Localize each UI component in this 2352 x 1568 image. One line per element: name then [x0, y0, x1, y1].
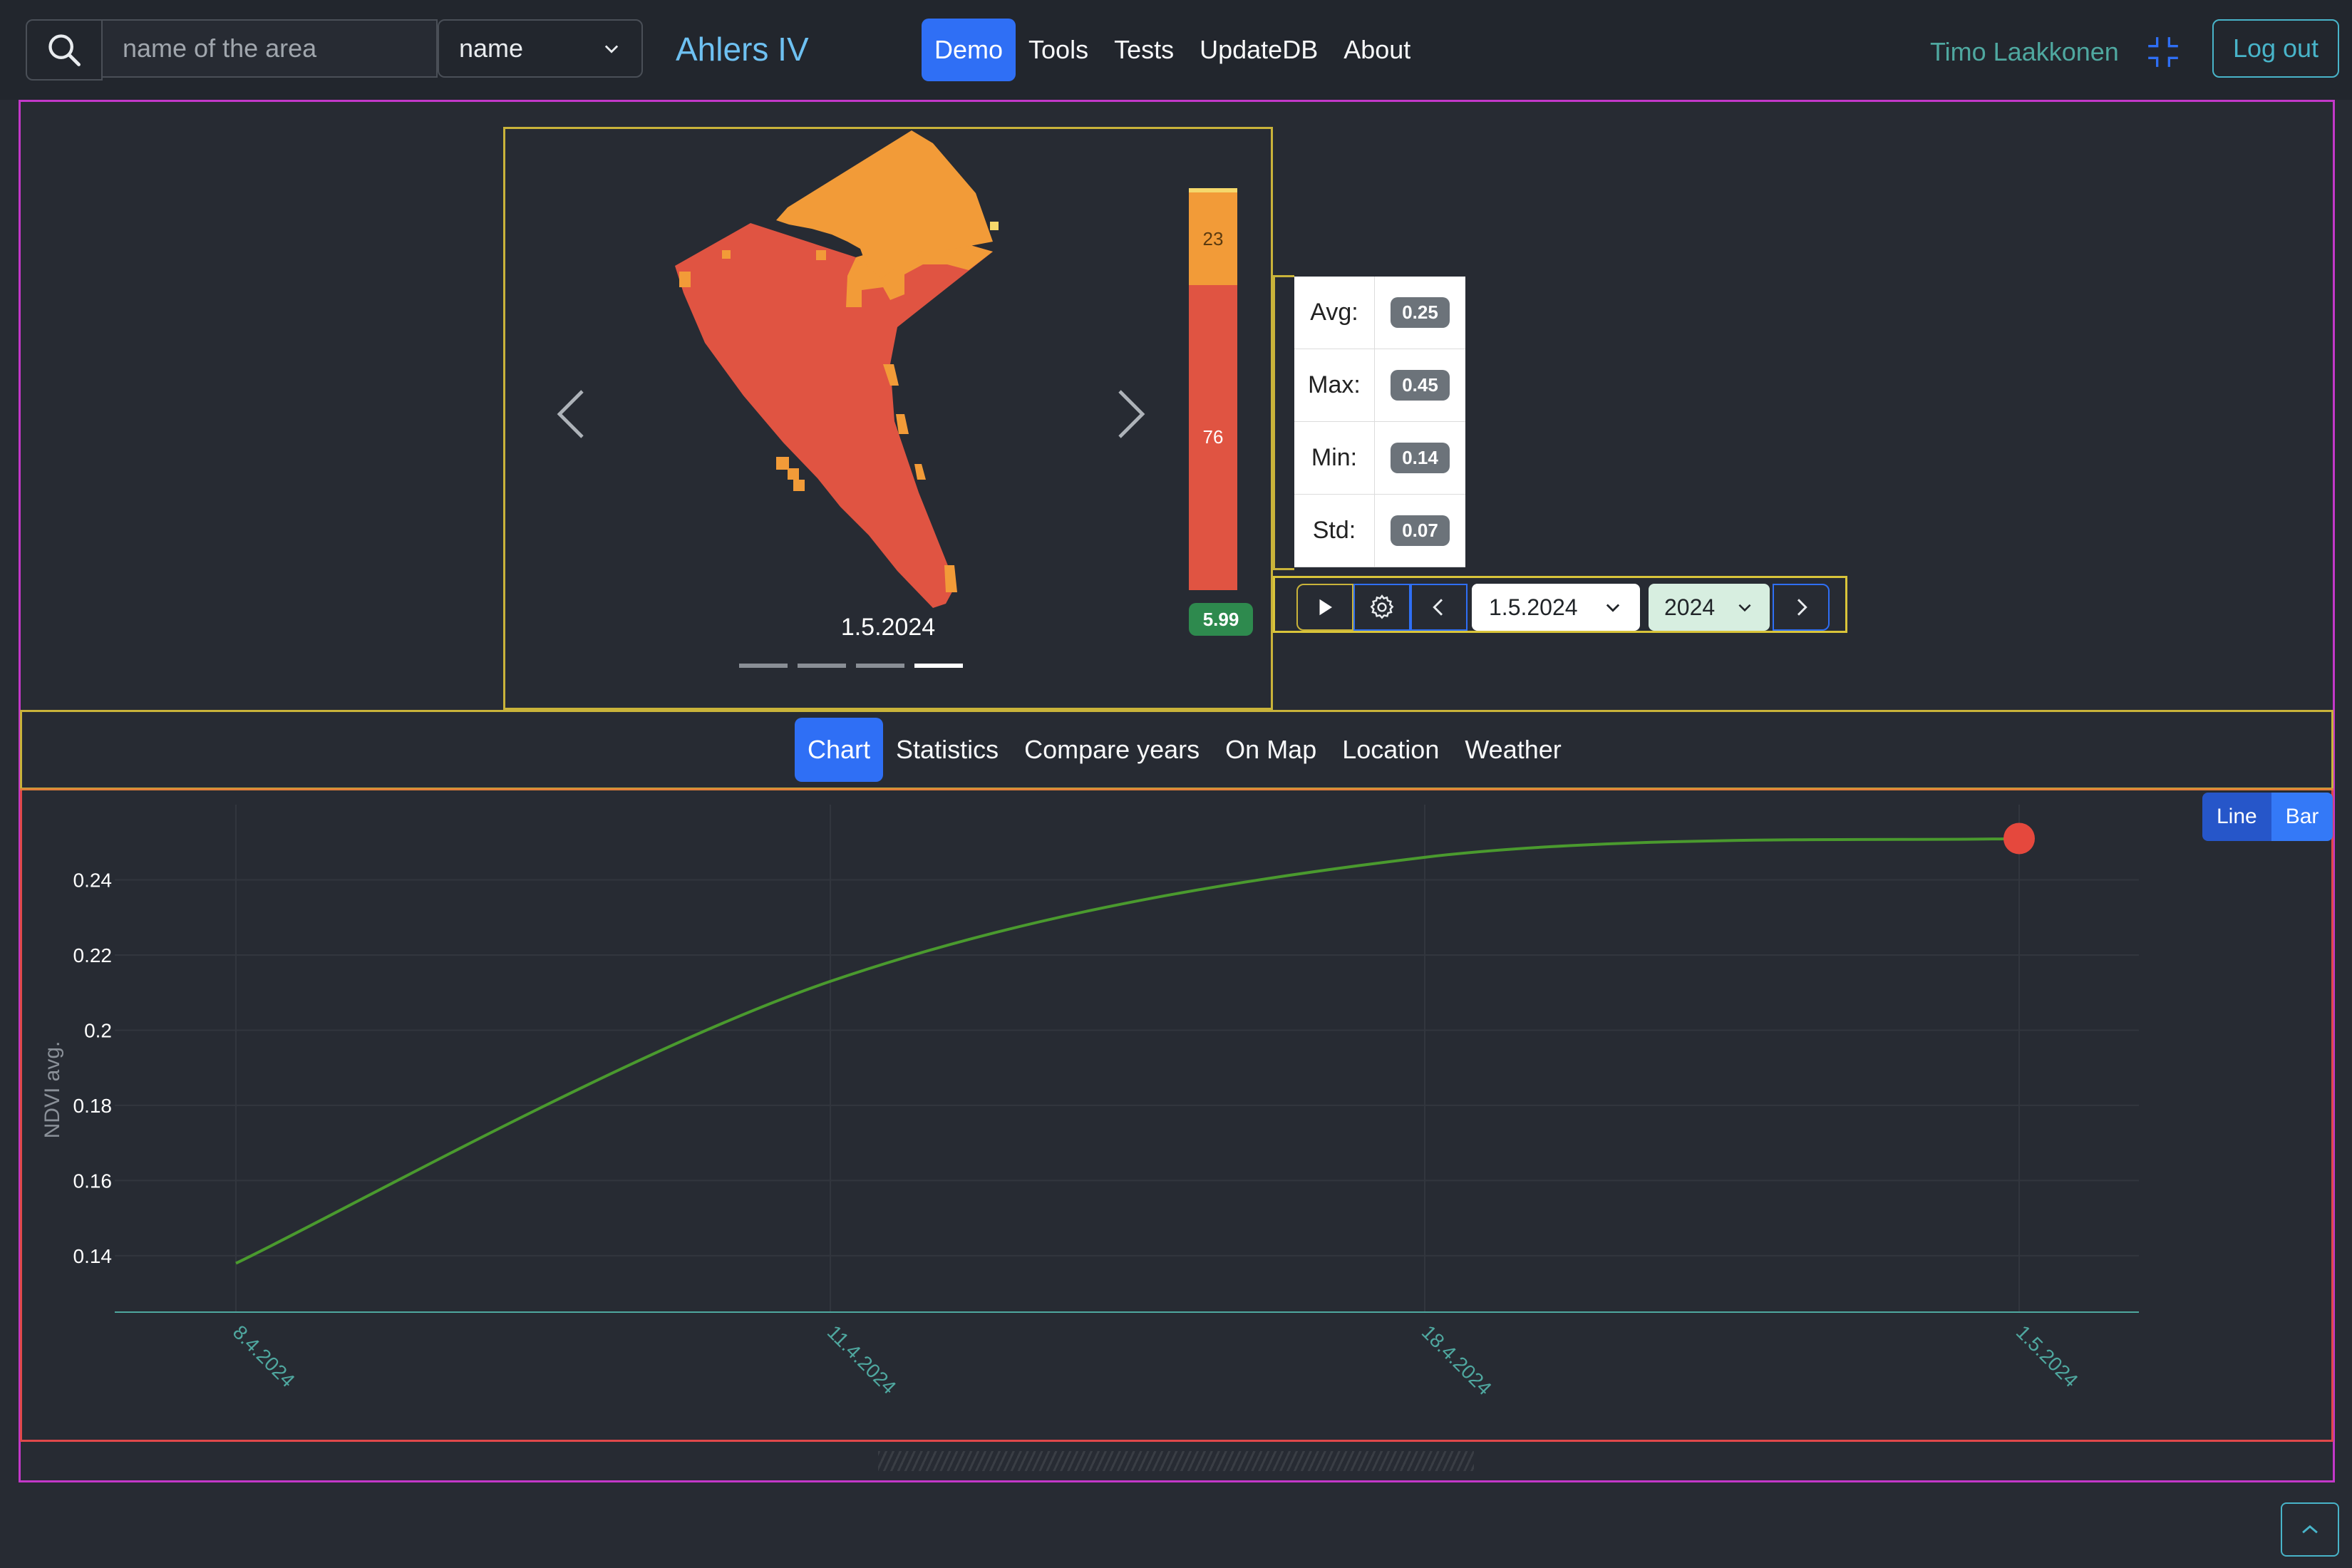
- carousel-indicator-active[interactable]: [914, 664, 963, 668]
- user-name[interactable]: Timo Laakkonen: [1930, 37, 2119, 67]
- y-tick-label: 0.18: [73, 1095, 113, 1117]
- stats-row-std: Std: 0.07: [1294, 495, 1465, 567]
- stats-label: Min:: [1294, 422, 1375, 494]
- x-tick-label: 18.4.2024: [1418, 1321, 1496, 1399]
- y-tick-label: 0.2: [84, 1019, 112, 1041]
- stats-label: Avg:: [1294, 277, 1375, 349]
- settings-button[interactable]: [1353, 584, 1410, 631]
- stats-label: Max:: [1294, 349, 1375, 421]
- tab-statistics[interactable]: Statistics: [883, 718, 1011, 782]
- carousel-indicator[interactable]: [856, 664, 904, 668]
- chevron-down-icon: [1738, 604, 1751, 612]
- search-group: [26, 19, 438, 81]
- carousel-prev-icon[interactable]: [551, 386, 594, 443]
- search-field-select-value: name: [459, 33, 524, 63]
- search-icon: [48, 34, 81, 66]
- tabs-container: Chart Statistics Compare years On Map Lo…: [20, 710, 2333, 790]
- search-button[interactable]: [26, 19, 103, 81]
- previous-date-button[interactable]: [1410, 584, 1468, 631]
- nav-updatedb[interactable]: UpdateDB: [1187, 19, 1331, 81]
- stats-row-avg: Avg: 0.25: [1294, 277, 1465, 349]
- chart-type-toggle: Line Bar: [2202, 793, 2333, 841]
- ndvi-line-chart[interactable]: 0.14 0.16 0.18 0.2 0.22 0.24 8.4.2024 11.4.2024…: [22, 790, 2331, 1438]
- x-tick-label: 1.5.2024: [2012, 1321, 2083, 1391]
- stats-table: Avg: 0.25 Max: 0.45 Min: 0.14 Std: 0.07: [1294, 277, 1465, 567]
- data-point-highlight: [2003, 822, 2035, 855]
- tab-compare-years[interactable]: Compare years: [1011, 718, 1212, 782]
- playback-controls: 1.5.2024 2024: [1273, 576, 1847, 633]
- tab-list: Chart Statistics Compare years On Map Lo…: [795, 712, 1574, 788]
- year-select-value: 2024: [1664, 594, 1716, 620]
- search-input[interactable]: [103, 19, 438, 78]
- nav-tests[interactable]: Tests: [1101, 19, 1187, 81]
- fullscreen-exit-icon[interactable]: [2145, 34, 2181, 70]
- nav-about[interactable]: About: [1331, 19, 1423, 81]
- field-image-carousel: 1.5.2024: [503, 127, 1273, 710]
- chevron-right-icon: [1797, 599, 1807, 616]
- gear-icon: [1370, 594, 1394, 619]
- y-tick-label: 0.16: [73, 1170, 113, 1192]
- chevron-up-icon: [2302, 1525, 2318, 1534]
- date-select[interactable]: 1.5.2024: [1472, 584, 1640, 631]
- x-tick-label: 8.4.2024: [229, 1321, 299, 1391]
- legend-top-sliver: [1189, 188, 1237, 192]
- carousel-indicators: [739, 664, 963, 668]
- play-icon: [1319, 599, 1332, 616]
- play-button[interactable]: [1296, 584, 1353, 631]
- nav-demo[interactable]: Demo: [922, 19, 1016, 81]
- search-field-select[interactable]: name: [438, 19, 643, 78]
- nav-tools[interactable]: Tools: [1016, 19, 1101, 81]
- x-tick-label: 11.4.2024: [823, 1321, 901, 1398]
- stats-bracket: [1273, 275, 1294, 570]
- stats-row-max: Max: 0.45: [1294, 349, 1465, 422]
- ndvi-class-legend: 23 76: [1189, 188, 1237, 590]
- main-nav: Demo Tools Tests UpdateDB About: [922, 19, 1423, 81]
- stats-value-badge: 0.45: [1391, 370, 1450, 401]
- stats-value-badge: 0.14: [1391, 443, 1450, 473]
- next-date-button[interactable]: [1773, 584, 1830, 631]
- carousel-next-icon[interactable]: [1108, 386, 1151, 443]
- tab-location[interactable]: Location: [1329, 718, 1452, 782]
- tab-on-map[interactable]: On Map: [1212, 718, 1329, 782]
- chevron-down-icon: [604, 45, 619, 53]
- scroll-to-top-button[interactable]: [2281, 1502, 2339, 1557]
- y-tick-label: 0.14: [73, 1245, 113, 1267]
- logout-button[interactable]: Log out: [2212, 19, 2339, 78]
- y-axis-label: NDVI avg.: [41, 1041, 64, 1139]
- chart-type-bar-button[interactable]: Bar: [2271, 793, 2333, 841]
- chevron-left-icon: [1433, 599, 1443, 616]
- tab-chart[interactable]: Chart: [795, 718, 884, 782]
- area-name-title[interactable]: Ahlers IV: [676, 30, 809, 68]
- carousel-indicator[interactable]: [739, 664, 788, 668]
- series-line: [235, 837, 2020, 1265]
- stats-value-badge: 0.07: [1391, 515, 1450, 546]
- y-tick-label: 0.24: [73, 869, 113, 891]
- y-tick-label: 0.22: [73, 944, 113, 966]
- top-navbar: name Ahlers IV Demo Tools Tests UpdateDB…: [0, 0, 2352, 100]
- legend-upper-value: 23: [1203, 228, 1224, 249]
- carousel-indicator[interactable]: [798, 664, 846, 668]
- chevron-down-icon: [1606, 604, 1620, 612]
- stats-row-min: Min: 0.14: [1294, 422, 1465, 495]
- carousel-date-caption: 1.5.2024: [840, 614, 936, 641]
- chart-type-line-button[interactable]: Line: [2202, 793, 2271, 841]
- legend-lower-value: 76: [1203, 426, 1224, 448]
- tab-weather[interactable]: Weather: [1452, 718, 1574, 782]
- stats-value-badge: 0.25: [1391, 297, 1450, 328]
- date-select-value: 1.5.2024: [1489, 594, 1578, 620]
- year-select[interactable]: 2024: [1649, 584, 1770, 631]
- legend-badge: 5.99: [1189, 603, 1253, 636]
- chart-panel: 0.14 0.16 0.18 0.2 0.22 0.24 8.4.2024 11.4.2024…: [20, 790, 2333, 1442]
- stats-label: Std:: [1294, 495, 1375, 567]
- resize-handle[interactable]: [878, 1451, 1474, 1471]
